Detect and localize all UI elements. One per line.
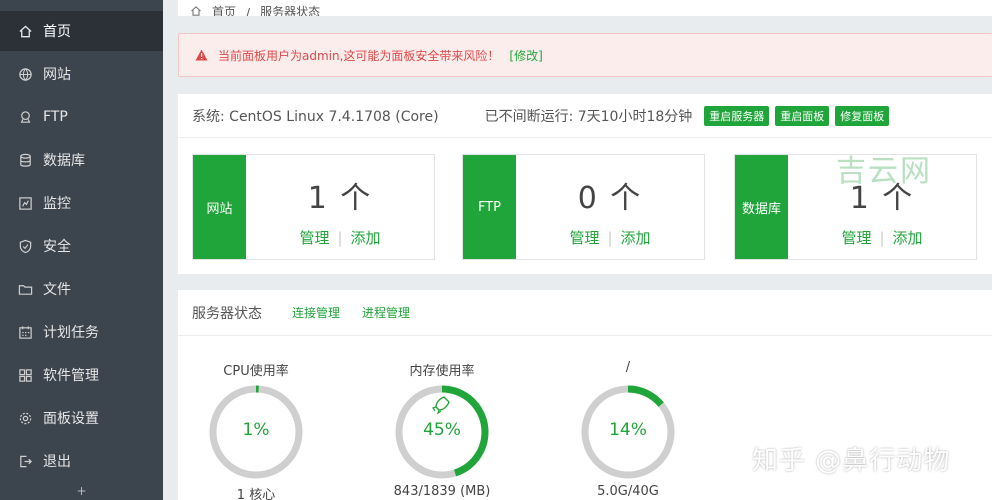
disk-gauge[interactable]: / 14% 5.0G/40G — [558, 360, 698, 500]
add-link[interactable]: 添加 — [351, 229, 381, 247]
breadcrumb-separator: / — [246, 6, 251, 16]
ftp-card: FTP 0 个 管理 | 添加 — [462, 154, 705, 260]
card-actions: 管理 | 添加 — [788, 227, 976, 248]
system-uptime: 已不间断运行: 7天10小时18分钟 — [484, 108, 693, 125]
gauge-detail: 843/1839 (MB) — [393, 484, 491, 499]
card-count: 1 个 — [307, 181, 373, 216]
card-tag: FTP — [463, 155, 516, 259]
gauge-value: 45% — [423, 420, 461, 440]
sidebar-item-files[interactable]: 文件 — [0, 269, 163, 309]
cpu-gauge[interactable]: CPU使用率 1% 1 核心 — [186, 360, 326, 500]
memory-gauge[interactable]: 内存使用率 45% 843/1839 (MB) — [372, 360, 512, 500]
sidebar-item-ftp[interactable]: FTP — [0, 97, 163, 137]
website-card: 网站 1 个 管理 | 添加 — [192, 154, 435, 260]
alert-message: 当前面板用户为admin,这可能为面板安全带来风险！ — [218, 48, 500, 63]
database-icon — [17, 152, 33, 168]
home-icon — [17, 23, 33, 39]
gear-icon — [17, 410, 33, 426]
gauge-detail: 1 核心 — [236, 488, 276, 500]
gauge-detail: 5.0G/40G — [597, 484, 659, 499]
sidebar-item-label: 网站 — [43, 67, 71, 83]
gauge-value: 14% — [609, 420, 647, 440]
status-title: 服务器状态 — [192, 305, 262, 322]
calendar-icon — [17, 324, 33, 340]
card-actions: 管理 | 添加 — [246, 227, 434, 248]
manage-link[interactable]: 管理 — [841, 229, 871, 247]
sidebar-item-cron[interactable]: 计划任务 — [0, 312, 163, 352]
sidebar-item-software[interactable]: 软件管理 — [0, 355, 163, 395]
sidebar-item-logout[interactable]: 退出 — [0, 441, 163, 481]
action-separator: | — [337, 229, 343, 247]
sidebar-item-label: FTP — [43, 109, 68, 125]
add-link[interactable]: 添加 — [893, 229, 923, 247]
gauge-title: / — [625, 360, 631, 375]
zhihu-watermark: 知乎 @鼻行动物 — [752, 446, 951, 476]
sidebar: 首页 网站 FTP 数据库 监控 安全 文件 计划任务 软件管理 面板设置 退出… — [0, 0, 163, 500]
gauge-title: 内存使用率 — [409, 364, 475, 379]
card-count: 0 个 — [577, 181, 643, 216]
sidebar-item-label: 安全 — [43, 239, 71, 255]
globe-icon — [17, 66, 33, 82]
sidebar-item-label: 面板设置 — [43, 411, 99, 427]
folder-icon — [17, 281, 33, 297]
restart-panel-button[interactable]: 重启面板 — [775, 105, 830, 126]
restart-server-button[interactable]: 重启服务器 — [704, 105, 770, 126]
monitor-icon — [17, 195, 33, 211]
sidebar-item-home[interactable]: 首页 — [0, 11, 163, 51]
sidebar-add-icon[interactable]: + — [0, 484, 163, 500]
action-separator: | — [607, 229, 613, 247]
repair-panel-button[interactable]: 修复面板 — [835, 105, 890, 126]
alert-modify-link[interactable]: [修改] — [509, 47, 542, 64]
breadcrumb-current: 服务器状态 — [260, 5, 321, 16]
sidebar-item-label: 首页 — [43, 24, 71, 40]
manage-link[interactable]: 管理 — [569, 229, 599, 247]
card-actions: 管理 | 添加 — [516, 227, 704, 248]
card-tag: 网站 — [193, 155, 246, 259]
status-header: 服务器状态 连接管理 进程管理 — [178, 290, 992, 336]
card-tag: 数据库 — [735, 155, 788, 259]
sidebar-item-database[interactable]: 数据库 — [0, 140, 163, 180]
logout-icon — [17, 453, 33, 469]
site-watermark: 吉云网 — [836, 154, 932, 189]
grid-icon — [17, 367, 33, 383]
system-os: 系统: CentOS Linux 7.4.1708 (Core) — [192, 108, 439, 125]
gauge-value: 1% — [242, 420, 270, 440]
breadcrumb: 首页 / 服务器状态 — [178, 0, 992, 16]
action-separator: | — [879, 229, 885, 247]
add-link[interactable]: 添加 — [621, 229, 651, 247]
sidebar-item-label: 退出 — [43, 454, 71, 470]
sidebar-item-label: 监控 — [43, 196, 71, 212]
ftp-icon — [17, 109, 33, 125]
system-bar: 系统: CentOS Linux 7.4.1708 (Core) 已不间断运行:… — [178, 94, 992, 138]
home-icon[interactable] — [190, 5, 202, 16]
sidebar-item-label: 数据库 — [43, 153, 85, 169]
security-alert: 当前面板用户为admin,这可能为面板安全带来风险！ [修改] — [178, 33, 992, 77]
sidebar-item-monitor[interactable]: 监控 — [0, 183, 163, 223]
sidebar-item-label: 文件 — [43, 282, 71, 298]
warning-icon — [195, 49, 208, 61]
sidebar-item-security[interactable]: 安全 — [0, 226, 163, 266]
sidebar-item-label: 计划任务 — [43, 325, 99, 341]
process-manage-link[interactable]: 进程管理 — [362, 304, 410, 321]
sidebar-item-label: 软件管理 — [43, 368, 99, 384]
manage-link[interactable]: 管理 — [299, 229, 329, 247]
shield-icon — [17, 238, 33, 254]
sidebar-item-settings[interactable]: 面板设置 — [0, 398, 163, 438]
breadcrumb-home[interactable]: 首页 — [212, 3, 236, 16]
gauge-title: CPU使用率 — [223, 364, 289, 379]
rocket-icon — [432, 396, 450, 415]
sidebar-item-website[interactable]: 网站 — [0, 54, 163, 94]
connection-manage-link[interactable]: 连接管理 — [292, 304, 340, 321]
